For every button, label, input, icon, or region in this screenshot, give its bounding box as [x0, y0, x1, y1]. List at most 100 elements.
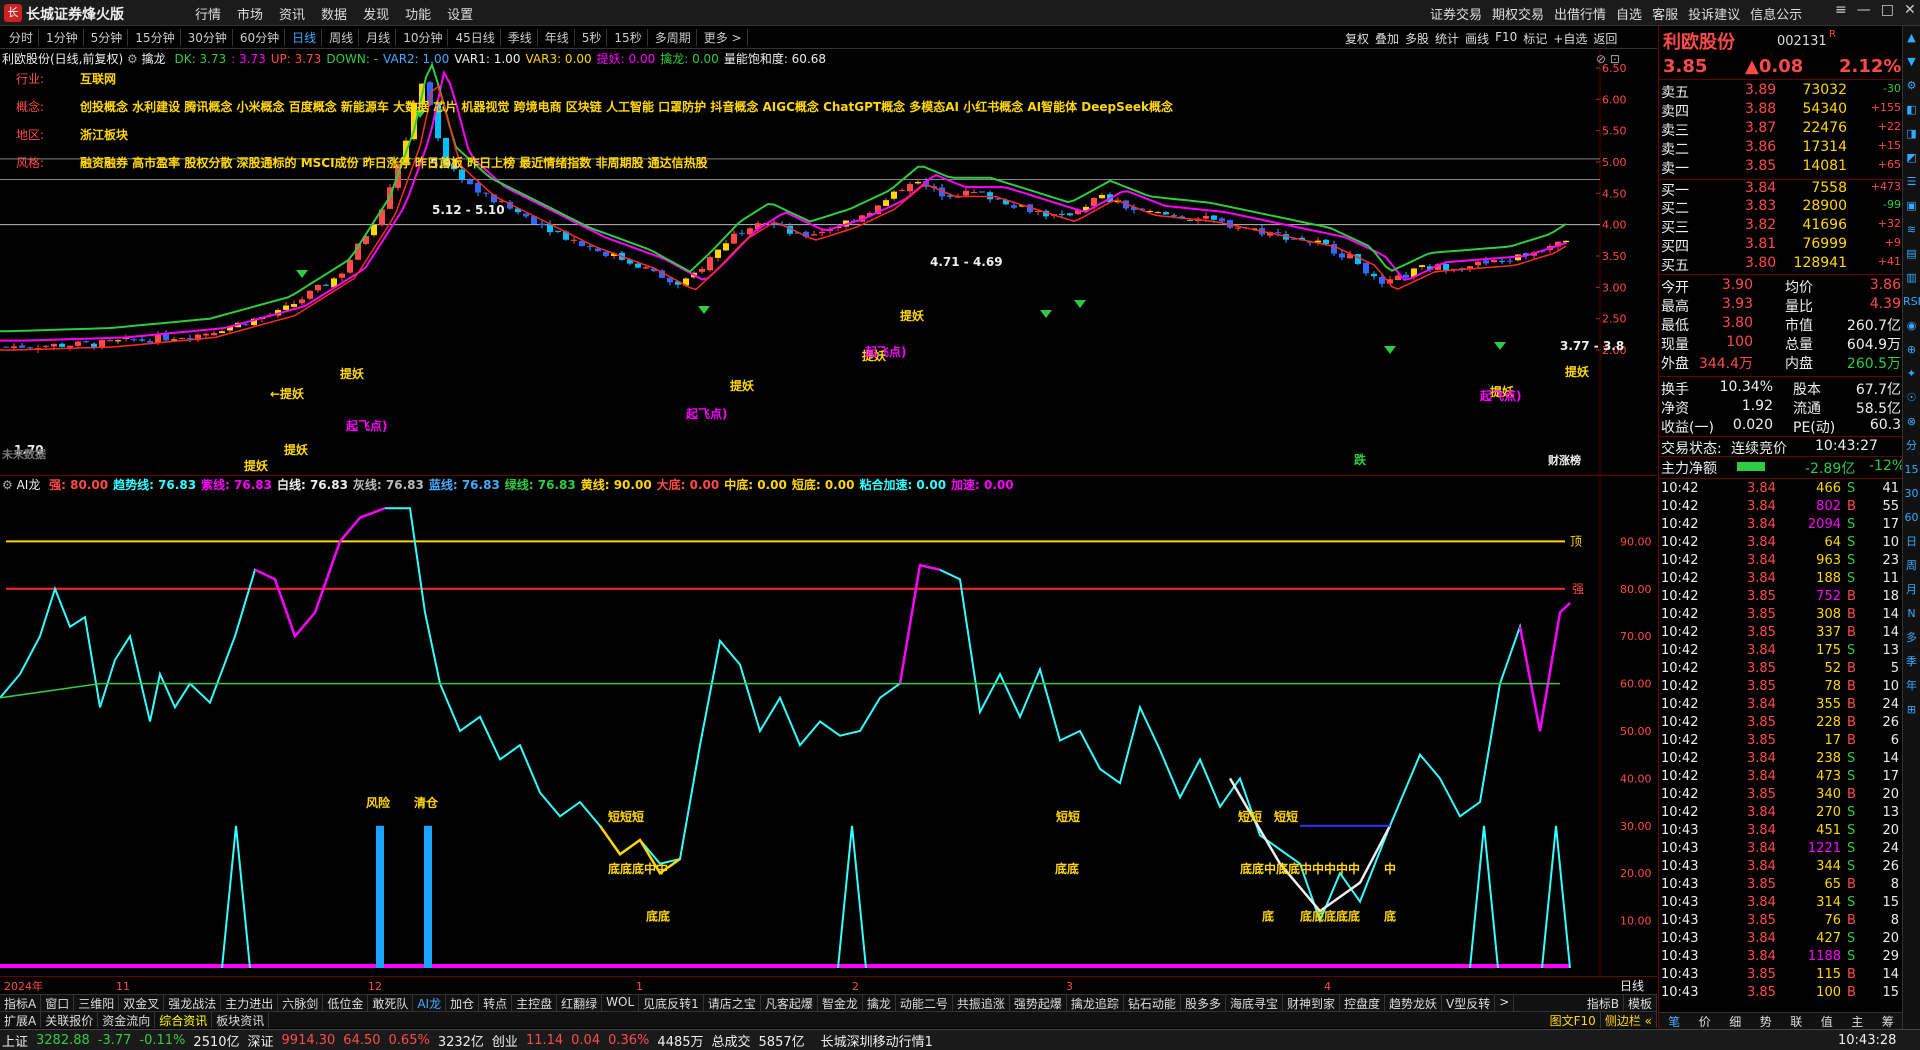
side-tool-icon[interactable]: 周: [1903, 554, 1920, 578]
side-tool-icon[interactable]: ☉: [1903, 386, 1920, 410]
right-menu-item-4[interactable]: 客服: [1652, 4, 1678, 23]
quote-tab-3[interactable]: 势: [1760, 1013, 1772, 1029]
tick-list[interactable]: 10:42 3.84 466 S 41 10:42 3.84 802 B 55 10:42 3.84 2…: [1659, 478, 1903, 1011]
order-book-row[interactable]: 买三 3.82 41696 +32: [1659, 217, 1903, 236]
period-14[interactable]: 15秒: [609, 29, 648, 46]
period-12[interactable]: 年线: [540, 29, 575, 46]
chart-tool-8[interactable]: 返回: [1593, 30, 1617, 47]
quote-tab-5[interactable]: 值: [1821, 1013, 1833, 1029]
indicator-tab-23[interactable]: 擒龙追踪: [1067, 995, 1124, 1011]
chart-tool-7[interactable]: +自选: [1553, 30, 1587, 47]
side-tool-icon[interactable]: ✦: [1903, 362, 1920, 386]
menu-item-0[interactable]: 行情: [195, 4, 221, 23]
side-tool-icon[interactable]: ☰: [1903, 170, 1920, 194]
indicator-tab-30[interactable]: V型反转: [1442, 995, 1496, 1011]
side-tool-icon[interactable]: ≋: [1903, 218, 1920, 242]
close-icon[interactable]: ✕: [1904, 2, 1916, 18]
side-tool-icon[interactable]: ⊕: [1903, 338, 1920, 362]
indicator-tab-15[interactable]: 见底反转1: [639, 995, 704, 1011]
data-source[interactable]: 长城深圳移动行情1: [821, 1031, 933, 1050]
menu-item-2[interactable]: 资讯: [279, 4, 305, 23]
indicator-tab-26[interactable]: 海底寻宝: [1226, 995, 1283, 1011]
indicator-tab-2[interactable]: 三维阳: [74, 995, 120, 1011]
chart-tool-3[interactable]: 统计: [1435, 30, 1459, 47]
extension-tab-0[interactable]: 扩展A: [0, 1012, 42, 1028]
order-book-row[interactable]: 卖一 3.85 14081 +65: [1659, 158, 1903, 177]
indicator-tab-28[interactable]: 控盘度: [1340, 995, 1385, 1011]
indicator-tab-24[interactable]: 钻石动能: [1124, 995, 1181, 1011]
right-menu-item-6[interactable]: 信息公示: [1750, 4, 1802, 23]
order-book-row[interactable]: 买一 3.84 7558 +473: [1659, 179, 1903, 199]
right-menu-item-5[interactable]: 投诉建议: [1688, 4, 1740, 23]
side-tool-icon[interactable]: ◩: [1903, 146, 1920, 170]
indicator-tab-11[interactable]: 转点: [479, 995, 513, 1011]
indicator-tab-right-1[interactable]: 模板: [1624, 995, 1657, 1011]
ai-dragon-indicator-svg[interactable]: 90.00 80.00 70.00 60.00 50.00 40.00 30.00 20.00…: [0, 476, 1657, 976]
indicator-tab-4[interactable]: 强龙战法: [164, 995, 222, 1011]
period-15[interactable]: 多周期: [650, 29, 697, 46]
extension-tab-2[interactable]: 资金流向: [98, 1012, 156, 1028]
maximize-icon[interactable]: □: [1881, 2, 1894, 18]
order-book-row[interactable]: 买二 3.83 28900 -99: [1659, 198, 1903, 217]
order-book-row[interactable]: 买四 3.81 76999 +9: [1659, 236, 1903, 255]
indicator-tab-6[interactable]: 六脉剑: [278, 995, 324, 1011]
period-8[interactable]: 月线: [361, 29, 397, 46]
right-menu-item-0[interactable]: 证券交易: [1430, 4, 1482, 23]
chart-tool-1[interactable]: 叠加: [1375, 30, 1399, 47]
indicator-tab-12[interactable]: 主控盘: [512, 995, 558, 1011]
chart-option-icons[interactable]: ⊘ ⊡: [1596, 52, 1620, 66]
extension-tab-1[interactable]: 关联报价: [41, 1012, 99, 1028]
indicator-tab-18[interactable]: 智金龙: [818, 995, 863, 1011]
quote-tab-6[interactable]: 主: [1851, 1013, 1863, 1029]
right-menu-item-1[interactable]: 期权交易: [1492, 4, 1544, 23]
menu-item-5[interactable]: 功能: [405, 4, 431, 23]
period-16[interactable]: 更多 >: [699, 29, 748, 46]
indicator-tab-17[interactable]: 凡客起爆: [761, 995, 818, 1011]
sh-label[interactable]: 上证: [2, 1031, 28, 1050]
side-tool-icon[interactable]: ▤: [1903, 242, 1920, 266]
indicator-tab-10[interactable]: 加仓: [446, 995, 480, 1011]
menu-item-1[interactable]: 市场: [237, 4, 263, 23]
order-book-row[interactable]: 卖五 3.89 73032 -30: [1659, 82, 1903, 101]
side-tool-icon[interactable]: ▥: [1903, 266, 1920, 290]
side-tool-icon[interactable]: 日: [1903, 530, 1920, 554]
indicator-tab-21[interactable]: 共振追涨: [953, 995, 1010, 1011]
quote-tab-2[interactable]: 细: [1729, 1013, 1741, 1029]
sub-settings-icon[interactable]: ⚙: [2, 478, 13, 492]
indicator-tab-16[interactable]: 请店之宝: [704, 995, 761, 1011]
chart-tool-0[interactable]: 复权: [1345, 30, 1369, 47]
indicator-tab-8[interactable]: 敢死队: [368, 995, 414, 1011]
side-tool-icon[interactable]: 60: [1903, 506, 1920, 530]
order-book-row[interactable]: 卖四 3.88 54340 +155: [1659, 101, 1903, 120]
period-2[interactable]: 5分钟: [86, 29, 129, 46]
indicator-tab-31[interactable]: >: [1495, 995, 1515, 1011]
side-tool-icon[interactable]: ▣: [1903, 194, 1920, 218]
indicator-tab-19[interactable]: 擒龙: [863, 995, 896, 1011]
right-menu-item-3[interactable]: 自选: [1616, 4, 1642, 23]
order-book-row[interactable]: 买五 3.80 128941 +41: [1659, 255, 1903, 274]
sub-indicator-chart[interactable]: 90.00 80.00 70.00 60.00 50.00 40.00 30.00 20.00…: [0, 476, 1657, 976]
menu-icon[interactable]: ≡: [1835, 2, 1847, 18]
indicator-tab-3[interactable]: 双金叉: [119, 995, 165, 1011]
side-tool-icon[interactable]: ⊞: [1903, 698, 1920, 722]
period-4[interactable]: 30分钟: [183, 29, 233, 46]
side-tool-icon[interactable]: 多: [1903, 626, 1920, 650]
period-11[interactable]: 季线: [503, 29, 538, 46]
side-tool-icon[interactable]: 季: [1903, 650, 1920, 674]
extension-tab-right-0[interactable]: 图文F10: [1546, 1012, 1601, 1028]
side-tool-icon[interactable]: ⊗: [1903, 410, 1920, 434]
chart-tool-5[interactable]: F10: [1495, 30, 1517, 47]
indicator-tab-5[interactable]: 主力进出: [221, 995, 279, 1011]
side-tool-icon[interactable]: N: [1903, 602, 1920, 626]
period-10[interactable]: 45日线: [450, 29, 501, 46]
period-9[interactable]: 10分钟: [398, 29, 449, 46]
period-0[interactable]: 分时: [4, 29, 40, 46]
side-tool-icon[interactable]: ◧: [1903, 98, 1920, 122]
side-tool-icon[interactable]: ◨: [1903, 122, 1920, 146]
indicator-tab-20[interactable]: 动能二号: [896, 995, 953, 1011]
period-5[interactable]: 60分钟: [235, 29, 286, 46]
minimize-icon[interactable]: —: [1857, 2, 1871, 18]
side-tool-icon[interactable]: ▲: [1903, 26, 1920, 50]
menu-item-6[interactable]: 设置: [447, 4, 473, 23]
indicator-tab-9[interactable]: AI龙: [413, 995, 447, 1011]
